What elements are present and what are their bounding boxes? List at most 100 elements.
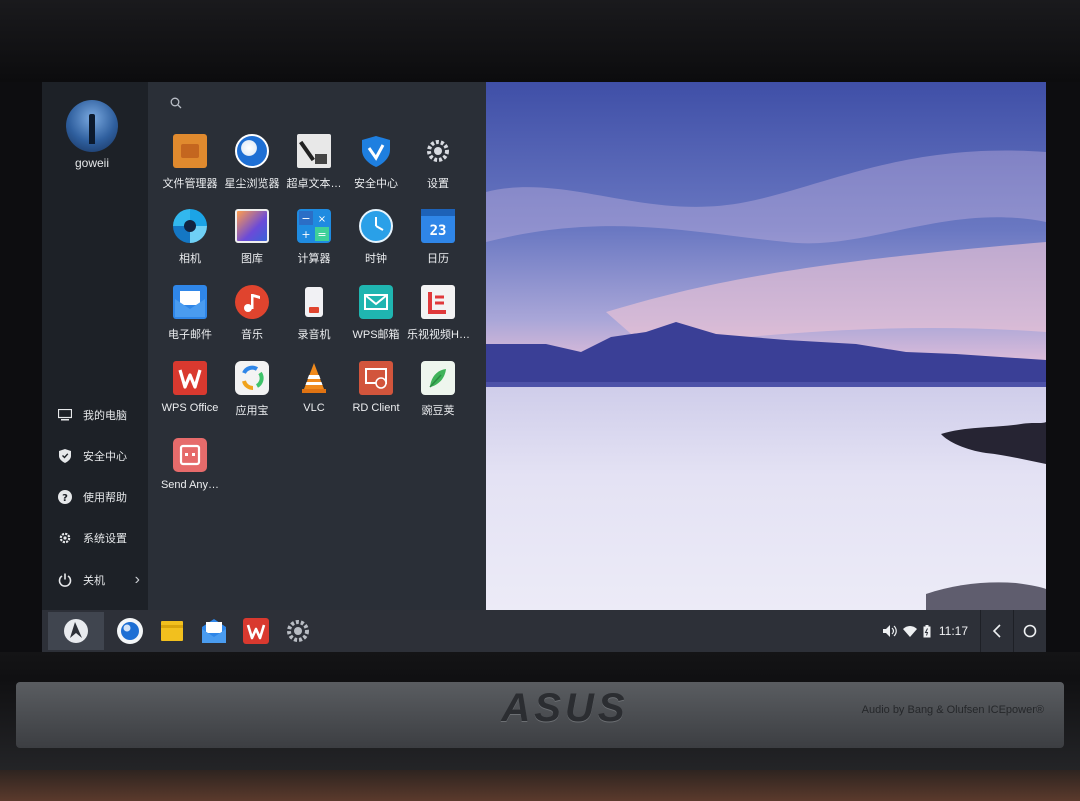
- laptop-bezel-top: [0, 0, 1080, 82]
- taskbar: 11:17: [42, 610, 1046, 652]
- remote-desktop-icon: [359, 361, 393, 395]
- app-vlc[interactable]: VLC: [283, 361, 345, 425]
- chevron-right-icon[interactable]: ›: [135, 571, 140, 589]
- app-label: 安全中心: [354, 178, 398, 190]
- sidebar-item-label: 关机: [83, 575, 105, 587]
- start-menu-sidebar: goweii 我的电脑 安全中心 ? 使用帮助 系统设置 关机 ›: [42, 82, 148, 610]
- gear-icon: [287, 620, 309, 642]
- clock-time[interactable]: 11:17: [939, 624, 968, 638]
- app-browser[interactable]: 星尘浏览器: [221, 134, 283, 198]
- app-rd-client[interactable]: RD Client: [345, 361, 407, 425]
- vlc-cone-icon: [297, 361, 331, 395]
- app-wps-office[interactable]: WPS Office: [159, 361, 221, 425]
- app-grid-panel: 文件管理器 星尘浏览器 超卓文本… 安全中心 设置 相机 图库 − × + = …: [148, 82, 486, 610]
- svg-text:23: 23: [430, 223, 447, 239]
- recorder-icon: [297, 285, 331, 319]
- taskbar-file-manager[interactable]: [158, 617, 186, 645]
- app-label: 图库: [241, 253, 263, 265]
- start-button[interactable]: [48, 612, 104, 650]
- app-label: 乐视视频H…: [407, 329, 469, 341]
- app-clock[interactable]: 时钟: [345, 209, 407, 273]
- clock-icon: [359, 209, 393, 243]
- app-label: 应用宝: [235, 405, 269, 417]
- app-label: WPS邮箱: [352, 329, 400, 341]
- battery-icon[interactable]: [923, 624, 931, 638]
- app-send-anywhere[interactable]: Send Any…: [159, 438, 221, 502]
- audio-branding: Audio by Bang & Olufsen ICEpower®: [861, 704, 1044, 716]
- svg-text:−: −: [301, 212, 310, 225]
- letv-icon: [421, 285, 455, 319]
- status-area: 11:17: [882, 610, 1046, 652]
- wps-office-icon: [173, 361, 207, 395]
- app-camera[interactable]: 相机: [159, 209, 221, 273]
- app-label: RD Client: [352, 402, 400, 414]
- app-music[interactable]: 音乐: [221, 285, 283, 349]
- sidebar-item-my-computer[interactable]: 我的电脑: [42, 400, 148, 430]
- sidebar-item-system-settings[interactable]: 系统设置: [42, 523, 148, 553]
- user-avatar[interactable]: [66, 100, 118, 152]
- shield-icon: [359, 134, 393, 168]
- taskbar-browser[interactable]: [116, 617, 144, 645]
- sidebar-item-security[interactable]: 安全中心: [42, 441, 148, 471]
- app-email[interactable]: 电子邮件: [159, 285, 221, 349]
- app-label: 豌豆荚: [421, 405, 455, 417]
- app-calendar[interactable]: 23 日历: [407, 209, 469, 273]
- wallpaper-foreground: [926, 422, 1046, 610]
- globe-icon: [235, 134, 269, 168]
- app-label: 文件管理器: [162, 178, 218, 190]
- app-label: VLC: [303, 402, 325, 414]
- start-logo-icon: [64, 619, 88, 643]
- app-file-manager[interactable]: 文件管理器: [159, 134, 221, 198]
- music-icon: [235, 285, 269, 319]
- brand-logo: ASUS: [501, 686, 629, 730]
- computer-icon: [57, 407, 73, 423]
- app-label: WPS Office: [161, 402, 219, 414]
- app-label: 星尘浏览器: [224, 178, 280, 190]
- wps-office-icon: [243, 618, 269, 644]
- back-button[interactable]: [980, 610, 1013, 652]
- search-icon[interactable]: [170, 96, 184, 110]
- sidebar-item-label: 系统设置: [83, 533, 127, 545]
- app-recorder[interactable]: 录音机: [283, 285, 345, 349]
- wifi-icon[interactable]: [902, 625, 917, 637]
- svg-text:=: =: [317, 228, 326, 241]
- taskbar-settings[interactable]: [284, 617, 312, 645]
- svg-text:+: +: [301, 228, 310, 241]
- app-security-center[interactable]: 安全中心: [345, 134, 407, 198]
- sidebar-item-label: 使用帮助: [83, 492, 127, 504]
- app-wandoujia[interactable]: 豌豆荚: [407, 361, 469, 425]
- taskbar-wps-office[interactable]: [242, 617, 270, 645]
- mail-icon: [202, 619, 226, 643]
- desktop-wallpaper: [486, 82, 1046, 610]
- text-editor-icon: [297, 134, 331, 168]
- screen: goweii 我的电脑 安全中心 ? 使用帮助 系统设置 关机 › 文件管理器 …: [42, 82, 1046, 652]
- power-icon: [57, 572, 73, 588]
- wps-mail-icon: [359, 285, 393, 319]
- folder-icon: [161, 621, 183, 641]
- home-button[interactable]: [1013, 610, 1046, 652]
- gallery-icon: [235, 209, 269, 243]
- chevron-left-icon: [992, 624, 1001, 638]
- sidebar-item-help[interactable]: ? 使用帮助: [42, 482, 148, 512]
- shield-icon: [57, 448, 73, 464]
- app-label: 音乐: [241, 329, 263, 341]
- globe-icon: [117, 618, 143, 644]
- svg-text:?: ?: [62, 493, 68, 504]
- camera-icon: [173, 209, 207, 243]
- taskbar-email[interactable]: [200, 617, 228, 645]
- gear-icon: [421, 134, 455, 168]
- sidebar-item-power[interactable]: 关机 ›: [42, 565, 148, 595]
- app-settings[interactable]: 设置: [407, 134, 469, 198]
- app-text-editor[interactable]: 超卓文本…: [283, 134, 345, 198]
- app-letv-video[interactable]: 乐视视频H…: [407, 285, 469, 349]
- laptop-base: [0, 770, 1080, 801]
- app-label: 日历: [427, 253, 449, 265]
- mail-icon: [173, 285, 207, 319]
- wandoujia-icon: [421, 361, 455, 395]
- app-calculator[interactable]: − × + = 计算器: [283, 209, 345, 273]
- app-gallery[interactable]: 图库: [221, 209, 283, 273]
- app-yingyongbao[interactable]: 应用宝: [221, 361, 283, 425]
- sidebar-item-label: 安全中心: [83, 451, 127, 463]
- volume-icon[interactable]: [882, 625, 897, 637]
- app-wps-mail[interactable]: WPS邮箱: [345, 285, 407, 349]
